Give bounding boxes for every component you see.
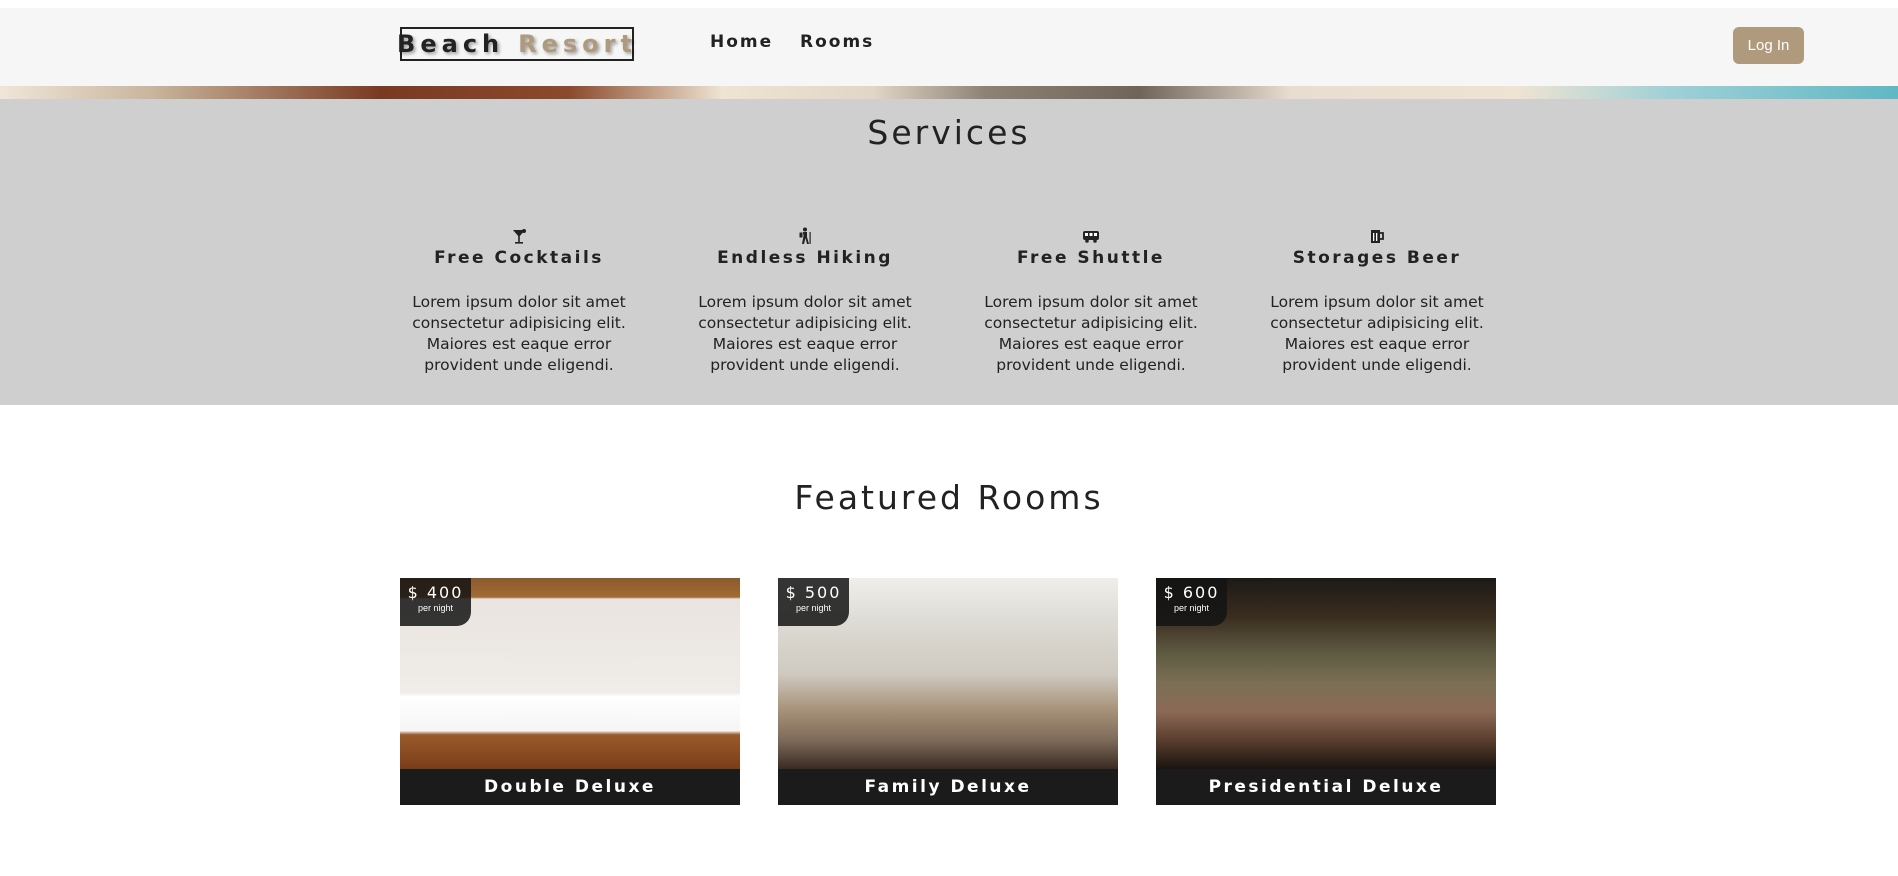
price-badge: $ 600 per night — [1156, 578, 1227, 626]
top-strip — [0, 0, 1898, 8]
login-button[interactable]: Log In — [1733, 27, 1804, 64]
beer-icon — [1371, 230, 1384, 243]
service-card-cocktails: Free Cocktails Lorem ipsum dolor sit ame… — [404, 227, 634, 376]
price-badge: $ 400 per night — [400, 578, 471, 626]
service-title: Free Shuttle — [1017, 248, 1165, 268]
hiking-icon — [799, 227, 811, 244]
service-card-beer: Storages Beer Lorem ipsum dolor sit amet… — [1262, 227, 1492, 376]
room-card-family-deluxe[interactable]: $ 500 per night Family Deluxe — [778, 578, 1118, 805]
nav-link-home[interactable]: Home — [710, 32, 773, 52]
service-description: Lorem ipsum dolor sit amet consectetur a… — [698, 293, 912, 374]
price-unit: per night — [795, 603, 832, 613]
navbar: Beach Resort Home Rooms Log In — [0, 8, 1898, 86]
room-name: Double Deluxe — [484, 777, 656, 797]
services-title: Services — [867, 113, 1031, 152]
room-name: Presidential Deluxe — [1208, 777, 1444, 797]
service-description: Lorem ipsum dolor sit amet consectetur a… — [412, 293, 626, 374]
services-section: Services Free Cocktails Lorem ipsum dolo… — [0, 99, 1898, 405]
price-badge: $ 500 per night — [778, 578, 849, 626]
service-card-shuttle: Free Shuttle Lorem ipsum dolor sit amet … — [976, 227, 1206, 376]
logo-word-resort: Resort — [518, 30, 637, 58]
nav-link-rooms[interactable]: Rooms — [800, 32, 874, 52]
service-title: Storages Beer — [1292, 248, 1462, 268]
price-unit: per night — [1173, 603, 1210, 613]
site-logo[interactable]: Beach Resort — [397, 27, 637, 61]
featured-rooms-title: Featured Rooms — [794, 478, 1104, 517]
room-name: Family Deluxe — [864, 777, 1032, 797]
service-description: Lorem ipsum dolor sit amet consectetur a… — [1270, 293, 1484, 374]
price-amount: $ 400 — [407, 583, 464, 602]
hero-image-strip — [0, 86, 1898, 99]
service-title: Free Cocktails — [434, 248, 604, 268]
service-card-hiking: Endless Hiking Lorem ipsum dolor sit ame… — [690, 227, 920, 376]
room-card-double-deluxe[interactable]: $ 400 per night Double Deluxe — [400, 578, 740, 805]
price-unit: per night — [417, 603, 454, 613]
service-description: Lorem ipsum dolor sit amet consectetur a… — [984, 293, 1198, 374]
price-amount: $ 500 — [785, 583, 842, 602]
cocktail-icon — [513, 229, 526, 244]
price-amount: $ 600 — [1163, 583, 1220, 602]
shuttle-icon — [1083, 231, 1099, 243]
logo-word-beach: Beach — [397, 30, 505, 58]
room-card-presidential-deluxe[interactable]: $ 600 per night Presidential Deluxe — [1156, 578, 1496, 805]
service-title: Endless Hiking — [717, 248, 893, 268]
